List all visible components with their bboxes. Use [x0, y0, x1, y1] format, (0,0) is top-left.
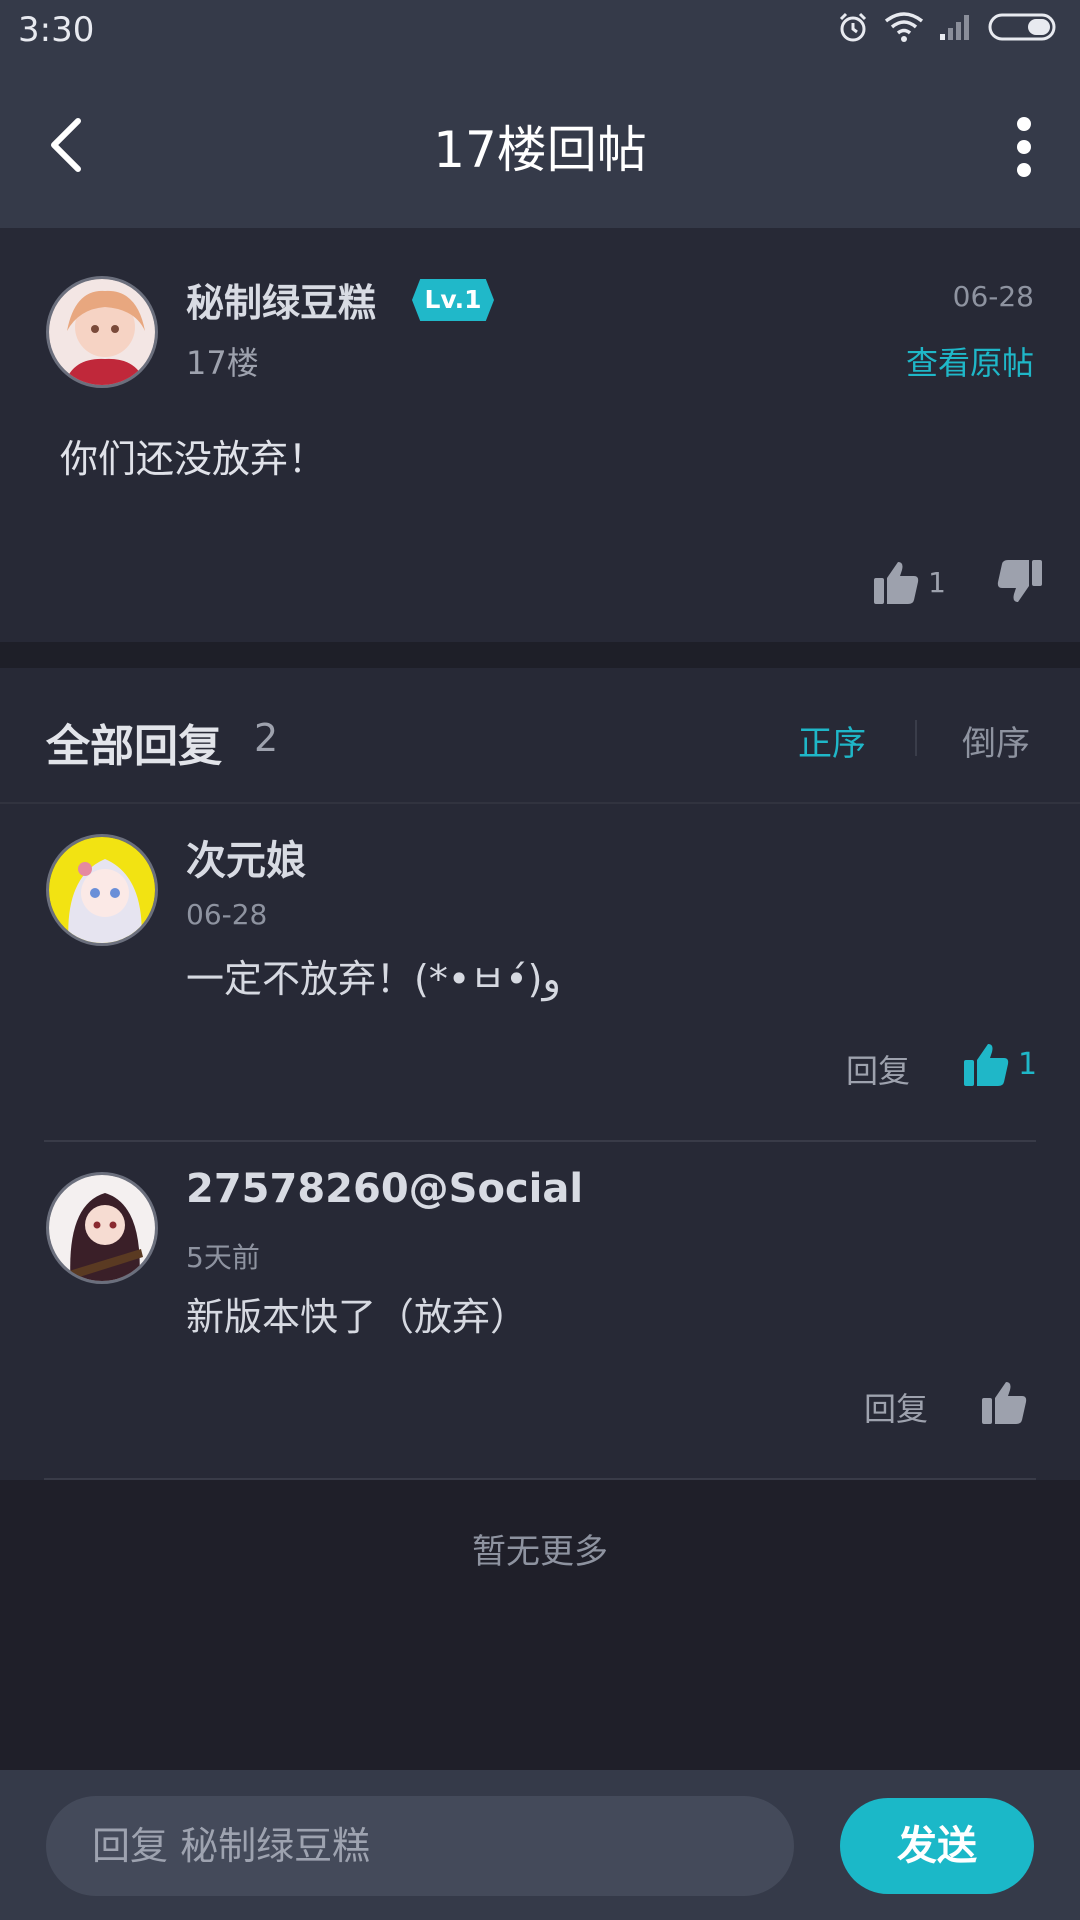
post-like-count: 1: [928, 565, 946, 599]
reply-author-name[interactable]: 27578260@Social: [186, 1166, 583, 1212]
thumbs-up-icon: [964, 1044, 1009, 1086]
replies-header: 全部回复 2 正序 倒序: [0, 668, 1080, 804]
reply-like-count: 1: [1018, 1046, 1038, 1082]
no-more-text: 暂无更多: [472, 1532, 608, 1572]
send-button[interactable]: 发送: [840, 1798, 1034, 1894]
thumbs-up-icon: [982, 1382, 1027, 1424]
sort-divider: [915, 720, 917, 756]
reply-date: 5天前: [186, 1241, 260, 1274]
post-like-button[interactable]: 1: [872, 558, 946, 606]
page-title: 17楼回帖: [433, 121, 647, 179]
avatar-image: [49, 837, 155, 943]
reply-date: 06-28: [186, 898, 268, 931]
floor-number: 17楼: [186, 344, 259, 382]
status-bar: 3:30: [0, 0, 1080, 62]
status-time: 3:30: [18, 10, 95, 50]
wifi-icon: [884, 12, 924, 42]
post-content: 你们还没放弃！: [60, 437, 327, 481]
reply-like-button[interactable]: 1: [962, 1040, 1037, 1088]
battery-icon: [988, 13, 1056, 41]
replies-title: 全部回复: [46, 721, 222, 772]
level-badge: Lv.1: [412, 279, 494, 321]
reply-composer: 发送: [0, 1770, 1080, 1920]
app-bar: 17楼回帖: [0, 62, 1080, 228]
signal-icon: [940, 15, 969, 40]
more-options-icon[interactable]: [1012, 112, 1036, 182]
sort-descending-tab[interactable]: 倒序: [962, 716, 1030, 765]
reply-content: 一定不放弃！(*•ㅂ•́)و: [186, 957, 561, 1001]
reply-like-button[interactable]: [980, 1378, 1028, 1426]
post-author-name[interactable]: 秘制绿豆糕: [186, 272, 376, 327]
reply-button[interactable]: 回复: [864, 1384, 928, 1430]
reply-button[interactable]: 回复: [846, 1046, 910, 1092]
reply-content: 新版本快了（放弃）: [186, 1295, 529, 1339]
section-separator: [0, 642, 1080, 668]
avatar[interactable]: [46, 276, 158, 388]
alarm-icon: [839, 12, 867, 42]
reply-item: 次元娘 06-28 一定不放弃！(*•ㅂ•́)و 回复 1: [0, 804, 1080, 1142]
avatar-image: [49, 279, 155, 385]
post-actions: 1: [872, 558, 1044, 606]
avatar[interactable]: [46, 1172, 158, 1284]
sort-ascending-tab[interactable]: 正序: [798, 716, 866, 765]
status-icons: [836, 10, 1060, 44]
reply-divider: [44, 1478, 1036, 1480]
avatar-image: [49, 1175, 155, 1281]
avatar[interactable]: [46, 834, 158, 946]
post-card: 秘制绿豆糕 Lv.1 17楼 06-28 查看原帖 你们还没放弃！ 1: [0, 228, 1080, 642]
thumbs-up-icon: [874, 562, 919, 604]
post-date: 06-28: [952, 280, 1034, 313]
view-original-link[interactable]: 查看原帖: [906, 338, 1034, 384]
reply-author-name[interactable]: 次元娘: [186, 828, 306, 886]
replies-count: 2: [254, 716, 279, 760]
thumbs-down-icon[interactable]: [996, 558, 1044, 606]
reply-item: 27578260@Social 5天前 新版本快了（放弃） 回复: [0, 1142, 1080, 1480]
reply-input[interactable]: [46, 1796, 794, 1896]
